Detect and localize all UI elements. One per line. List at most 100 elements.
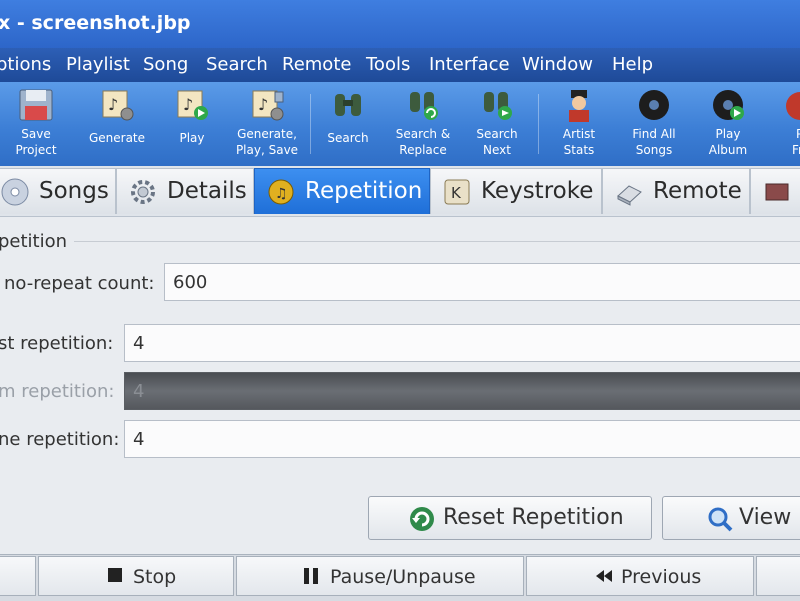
tab-remote-label: Remote <box>653 178 742 204</box>
control-partial-left[interactable] <box>0 556 36 596</box>
reset-repetition-label: Reset Repetition <box>443 505 624 530</box>
no-repeat-count-label: no-repeat count: <box>4 273 155 294</box>
view-button[interactable]: View I <box>662 496 800 540</box>
binoculars-replace-icon <box>410 92 438 120</box>
save-project-label-1: Save <box>21 127 51 141</box>
no-repeat-count-input[interactable] <box>164 263 800 301</box>
menu-tools[interactable]: Tools <box>366 54 410 75</box>
pause-unpause-button[interactable]: Pause/Unpause <box>236 556 524 596</box>
control-partial-right[interactable] <box>756 556 800 596</box>
play-album-label-1: Play <box>715 127 741 141</box>
menu-options[interactable]: ptions <box>0 54 51 75</box>
menu-remote[interactable]: Remote <box>282 54 351 75</box>
menu-song[interactable]: Song <box>143 54 188 75</box>
generate-play-save-label-2: Play, Save <box>235 143 299 157</box>
title-bar: x - screenshot.jbp <box>0 0 800 48</box>
apple-icon <box>786 92 800 120</box>
magnifier-icon <box>708 507 733 532</box>
tab-keystroke-label: Keystroke <box>481 178 594 204</box>
save-project-button[interactable]: Save Project <box>10 84 62 164</box>
playback-controls: Stop Pause/Unpause Previous <box>0 554 800 601</box>
tab-keystroke[interactable]: K Keystroke <box>430 168 602 214</box>
generate-music-icon: ♪ <box>102 90 134 121</box>
play-album-icon <box>713 90 744 120</box>
previous-button[interactable]: Previous <box>526 556 754 596</box>
group-divider <box>74 241 800 242</box>
search-next-button[interactable]: Search Next <box>472 84 522 164</box>
toolbar-separator <box>310 94 311 154</box>
generate-play-save-label-1: Generate, <box>237 127 297 141</box>
genre-repetition-label: ne repetition: <box>0 429 120 450</box>
floppy-disk-icon <box>19 89 53 121</box>
binoculars-icon <box>335 94 361 116</box>
view-button-label: View I <box>739 505 800 530</box>
toolbar-separator <box>538 94 539 154</box>
cd-icon <box>1 178 29 206</box>
genre-repetition-input[interactable] <box>124 420 800 458</box>
menu-window[interactable]: Window <box>522 54 593 75</box>
rewind-icon <box>596 570 612 582</box>
stop-label: Stop <box>133 566 177 588</box>
repetition-panel: petition no-repeat count: st repetition:… <box>0 217 800 554</box>
stop-button[interactable]: Stop <box>38 556 234 596</box>
play-music-icon: ♪ <box>177 90 208 120</box>
search-next-label-2: Next <box>483 143 511 157</box>
tab-songs-label: Songs <box>39 178 109 204</box>
svg-text:♫: ♫ <box>275 186 288 202</box>
repeat-music-icon: ♫ <box>268 179 294 205</box>
generate-play-save-icon: ♪ <box>252 90 284 121</box>
tab-songs[interactable]: Songs <box>0 168 116 214</box>
artist-repetition-input[interactable] <box>124 324 800 362</box>
partial-label-2: Fr <box>792 143 800 157</box>
search-replace-button[interactable]: Search & Replace <box>392 84 454 164</box>
generate-play-save-button[interactable]: ♪ Generate, Play, Save <box>234 84 300 164</box>
previous-label: Previous <box>621 566 702 588</box>
tab-repetition-label: Repetition <box>305 178 423 204</box>
find-all-songs-button[interactable]: Find All Songs <box>626 84 682 164</box>
repetition-group-title: petition <box>0 231 68 252</box>
keyboard-key-icon: K <box>444 179 470 205</box>
tab-repetition[interactable]: ♫ Repetition <box>254 168 430 214</box>
vinyl-record-icon <box>639 90 669 120</box>
generate-button[interactable]: ♪ Generate <box>86 84 148 164</box>
menu-search[interactable]: Search <box>206 54 268 75</box>
toolbar: Save Project ♪ Generate ♪ Play ♪ Generat… <box>0 82 800 167</box>
artist-stats-button[interactable]: Artist Stats <box>556 84 602 164</box>
partial-label-1: P <box>796 127 800 141</box>
search-replace-label-1: Search & <box>395 127 451 141</box>
play-button[interactable]: ♪ Play <box>170 84 214 164</box>
binoculars-next-icon <box>484 92 512 120</box>
play-album-label-2: Album <box>708 143 748 157</box>
window-title: x - screenshot.jbp <box>0 12 191 34</box>
remote-drive-icon <box>617 185 642 206</box>
search-button[interactable]: Search <box>324 84 372 164</box>
svg-text:♪: ♪ <box>258 95 268 114</box>
play-label: Play <box>179 131 205 145</box>
artist-stats-label-1: Artist <box>562 127 596 141</box>
menu-interface[interactable]: Interface <box>429 54 510 75</box>
svg-text:♪: ♪ <box>108 95 118 114</box>
save-project-label-2: Project <box>15 143 57 157</box>
menu-playlist[interactable]: Playlist <box>66 54 130 75</box>
pause-unpause-label: Pause/Unpause <box>330 566 476 588</box>
tv-icon <box>765 183 789 201</box>
search-replace-label-2: Replace <box>399 143 447 157</box>
menu-help[interactable]: Help <box>612 54 653 75</box>
svg-text:♪: ♪ <box>183 95 193 114</box>
tab-remote[interactable]: Remote <box>602 168 750 214</box>
play-album-button[interactable]: Play Album <box>704 84 752 164</box>
tab-details-label: Details <box>167 178 247 204</box>
reset-icon <box>410 507 434 531</box>
album-repetition-input <box>124 372 800 410</box>
search-next-label-1: Search <box>476 127 518 141</box>
find-all-songs-label-2: Songs <box>635 143 673 157</box>
find-all-songs-label-1: Find All <box>632 127 676 141</box>
tab-details[interactable]: Details <box>116 168 254 214</box>
reset-repetition-button[interactable]: Reset Repetition <box>368 496 652 540</box>
generate-label: Generate <box>88 131 146 145</box>
search-label: Search <box>327 131 369 145</box>
partial-toolbar-button[interactable]: P Fr <box>776 84 800 164</box>
pause-icon <box>304 568 318 584</box>
album-repetition-label: m repetition: <box>0 381 115 402</box>
tab-more[interactable] <box>750 168 800 214</box>
